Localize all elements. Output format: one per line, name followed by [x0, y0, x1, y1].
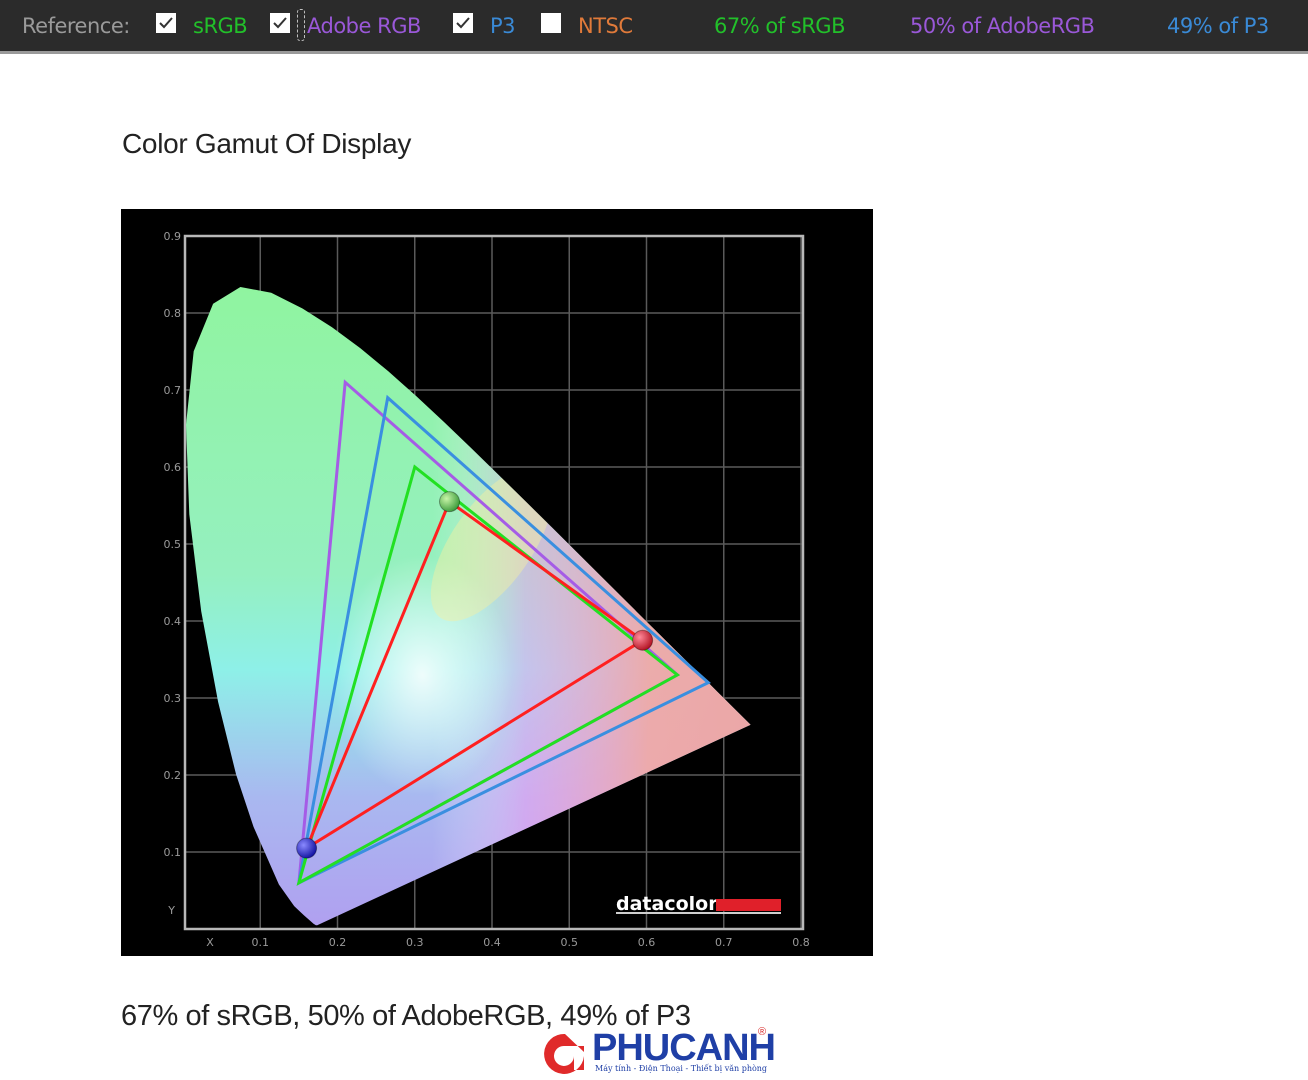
reference-ntsc-label[interactable]: NTSC: [578, 12, 633, 40]
logo-tagline: Máy tính - Điện Thoại - Thiết bị văn phò…: [595, 1064, 768, 1073]
y-tick-label: 0.4: [164, 615, 182, 628]
y-tick-label: 0.8: [164, 307, 182, 320]
coverage-p3: 49% of P3: [1167, 14, 1269, 38]
checkbox-adobe-rgb[interactable]: [270, 13, 290, 33]
check-icon: [456, 17, 470, 29]
y-tick-label: 0.6: [164, 461, 182, 474]
datacolor-watermark: datacolor: [616, 893, 781, 915]
datacolor-bar: [716, 899, 781, 911]
y-tick-label: 0.7: [164, 384, 182, 397]
check-icon: [273, 17, 287, 29]
x-tick-label: 0.2: [329, 936, 347, 949]
focus-ring: [297, 9, 305, 41]
y-tick-label: 0.3: [164, 692, 182, 705]
phucanh-logo: PHUCANH ® Máy tính - Điện Thoại - Thiết …: [540, 1026, 776, 1076]
logo-registered: ®: [758, 1026, 767, 1038]
coverage-srgb: 67% of sRGB: [714, 14, 845, 38]
y-tick-label: 0.9: [164, 230, 182, 243]
gamut-chart: X 0.1 0.2 0.3 0.4 0.5 0.6 0.7 0.8 Y 0.1 0.2 0.3 0.4 0.…: [121, 209, 873, 956]
phucanh-logo-icon: [544, 1033, 584, 1074]
x-tick-label: 0.4: [483, 936, 501, 949]
y-axis-label: Y: [167, 904, 175, 917]
y-tick-label: 0.5: [164, 538, 182, 551]
x-tick-label: 0.7: [715, 936, 733, 949]
reference-toolbar: Reference: sRGB Adobe RGB P3 NTSC 67% of…: [0, 0, 1308, 54]
reference-srgb-label[interactable]: sRGB: [193, 12, 248, 40]
x-axis-label: X: [206, 936, 214, 949]
reference-label: Reference:: [22, 14, 130, 38]
x-tick-label: 0.8: [792, 936, 810, 949]
display-blue-primary: [296, 837, 318, 859]
datacolor-underline: [616, 912, 781, 914]
check-icon: [159, 17, 173, 29]
reference-adobe-rgb-label[interactable]: Adobe RGB: [307, 12, 421, 40]
x-tick-label: 0.3: [406, 936, 424, 949]
checkbox-p3[interactable]: [453, 13, 473, 33]
display-green-primary: [439, 491, 461, 513]
reference-p3-label[interactable]: P3: [490, 12, 516, 40]
datacolor-text: datacolor: [616, 893, 718, 915]
coverage-adobe-rgb: 50% of AdobeRGB: [910, 14, 1095, 38]
y-tick-label: 0.2: [164, 769, 182, 782]
page-title: Color Gamut Of Display: [122, 128, 412, 159]
gamut-chart-svg: X 0.1 0.2 0.3 0.4 0.5 0.6 0.7 0.8 Y 0.1 0.2 0.3 0.4 0.…: [164, 230, 810, 949]
checkbox-srgb[interactable]: [156, 13, 176, 33]
checkbox-ntsc[interactable]: [541, 13, 561, 33]
x-tick-label: 0.6: [638, 936, 656, 949]
x-tick-label: 0.5: [561, 936, 579, 949]
display-red-primary: [632, 629, 654, 651]
y-tick-label: 0.1: [164, 846, 182, 859]
x-tick-label: 0.1: [252, 936, 270, 949]
locus-overlay: [186, 287, 751, 926]
